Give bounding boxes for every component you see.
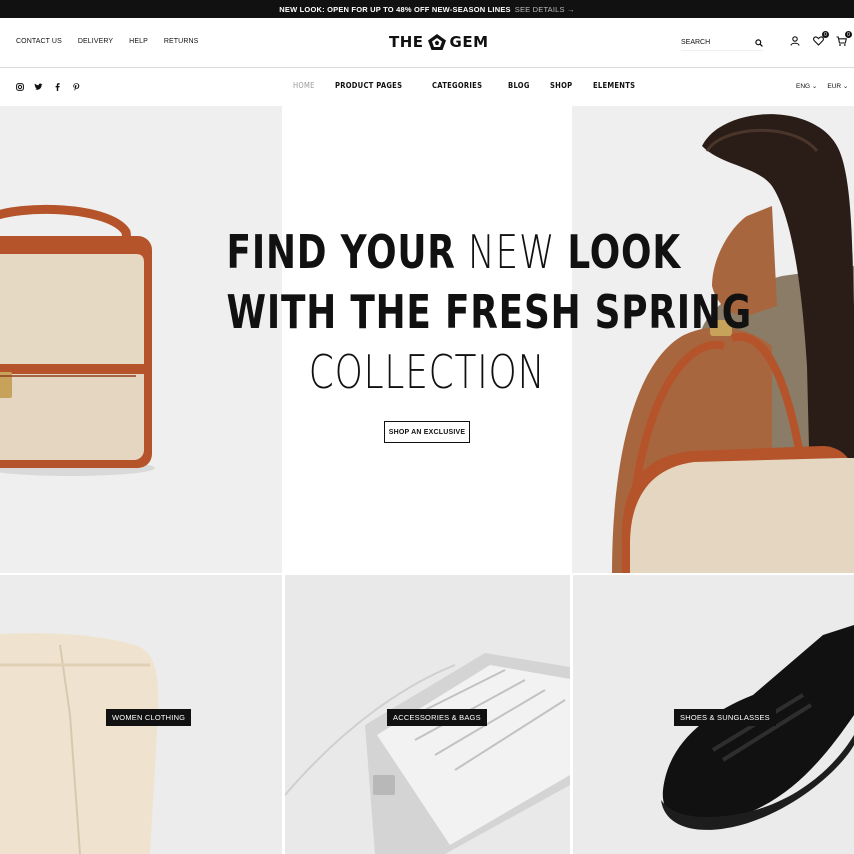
user-icon[interactable] <box>789 35 801 47</box>
category-label-shoes-sunglasses: SHOES & SUNGLASSES <box>674 709 776 726</box>
wishlist-count-badge: 0 <box>822 31 829 38</box>
header-icons: 0 0 <box>789 31 852 47</box>
logo-text-left: THE <box>389 33 424 51</box>
returns-link[interactable]: RETURNS <box>164 38 199 45</box>
search-input[interactable] <box>681 39 741 46</box>
promo-details-link[interactable]: SEE DETAILS → <box>515 5 575 14</box>
category-women-clothing[interactable]: WOMEN CLOTHING <box>0 575 282 854</box>
hero-line-3: COLLECTION <box>308 345 546 399</box>
logo-text-right: GEM <box>449 33 489 51</box>
cart-count-badge: 0 <box>845 31 852 38</box>
hero-line-2-text: WITH THE FRESH SPRING <box>226 285 752 339</box>
wishlist-heart-icon[interactable]: 0 <box>812 31 829 47</box>
contact-us-link[interactable]: CONTACT US <box>16 38 62 45</box>
promo-text: NEW LOOK: OPEN FOR UP TO 48% OFF NEW-SEA… <box>279 4 511 14</box>
facebook-icon[interactable] <box>53 82 62 91</box>
header: CONTACT US DELIVERY HELP RETURNS THE GEM… <box>0 18 854 68</box>
primary-menu: HOME PRODUCT PAGES CATEGORIES BLOG SHOP … <box>293 81 643 90</box>
search-icon[interactable] <box>755 34 763 52</box>
menu-categories[interactable]: CATEGORIES <box>432 81 482 90</box>
hero-line-2: WITH THE FRESH SPRING <box>227 282 752 342</box>
category-label-accessories-bags: ACCESSORIES & BAGS <box>387 709 487 726</box>
logo[interactable]: THE GEM <box>389 33 489 51</box>
hero-line-1-thin: NEW <box>467 225 556 279</box>
twitter-icon[interactable] <box>34 82 43 91</box>
hero-headline: FIND YOUR NEW LOOK WITH THE FRESH SPRING… <box>170 222 752 402</box>
category-grid: WOMEN CLOTHING ACCESSORIES & BAGS SHOES … <box>0 575 854 854</box>
menu-home[interactable]: HOME <box>293 81 315 90</box>
pinterest-icon[interactable] <box>72 82 81 91</box>
hero-line-1: FIND YOUR NEW LOOK <box>226 222 681 282</box>
cart-icon[interactable]: 0 <box>835 31 852 47</box>
currency-value: EUR <box>827 83 842 90</box>
locale-switchers: ENG ⌄ EUR ⌄ <box>796 82 848 90</box>
shop-exclusive-button[interactable]: SHOP AN EXCLUSIVE <box>384 421 470 443</box>
main-nav: HOME PRODUCT PAGES CATEGORIES BLOG SHOP … <box>0 68 854 106</box>
menu-shop[interactable]: SHOP <box>550 81 572 90</box>
chevron-down-icon: ⌄ <box>811 83 818 90</box>
category-accessories-bags[interactable]: ACCESSORIES & BAGS <box>285 575 570 854</box>
menu-elements[interactable]: ELEMENTS <box>593 81 635 90</box>
hero-line-1-bold-start: FIND YOUR <box>226 225 456 279</box>
hero-line-1-bold-end: LOOK <box>567 225 681 279</box>
promo-bar: NEW LOOK: OPEN FOR UP TO 48% OFF NEW-SEA… <box>0 0 854 18</box>
search-box <box>681 35 763 51</box>
hero-banner: FIND YOUR NEW LOOK WITH THE FRESH SPRING… <box>0 106 854 573</box>
category-label-women-clothing: WOMEN CLOTHING <box>106 709 192 726</box>
pentagon-logo-icon <box>427 34 446 50</box>
category-shoes-sunglasses[interactable]: SHOES & SUNGLASSES <box>573 575 854 854</box>
language-select[interactable]: ENG ⌄ <box>796 82 817 90</box>
currency-select[interactable]: EUR ⌄ <box>827 82 848 90</box>
header-links: CONTACT US DELIVERY HELP RETURNS <box>16 38 198 45</box>
menu-blog[interactable]: BLOG <box>508 81 530 90</box>
help-link[interactable]: HELP <box>129 38 148 45</box>
chevron-down-icon: ⌄ <box>842 83 849 90</box>
social-links <box>15 82 81 91</box>
menu-product-pages[interactable]: PRODUCT PAGES <box>335 81 402 90</box>
language-value: ENG <box>796 83 811 90</box>
delivery-link[interactable]: DELIVERY <box>78 38 113 45</box>
instagram-icon[interactable] <box>15 82 24 91</box>
